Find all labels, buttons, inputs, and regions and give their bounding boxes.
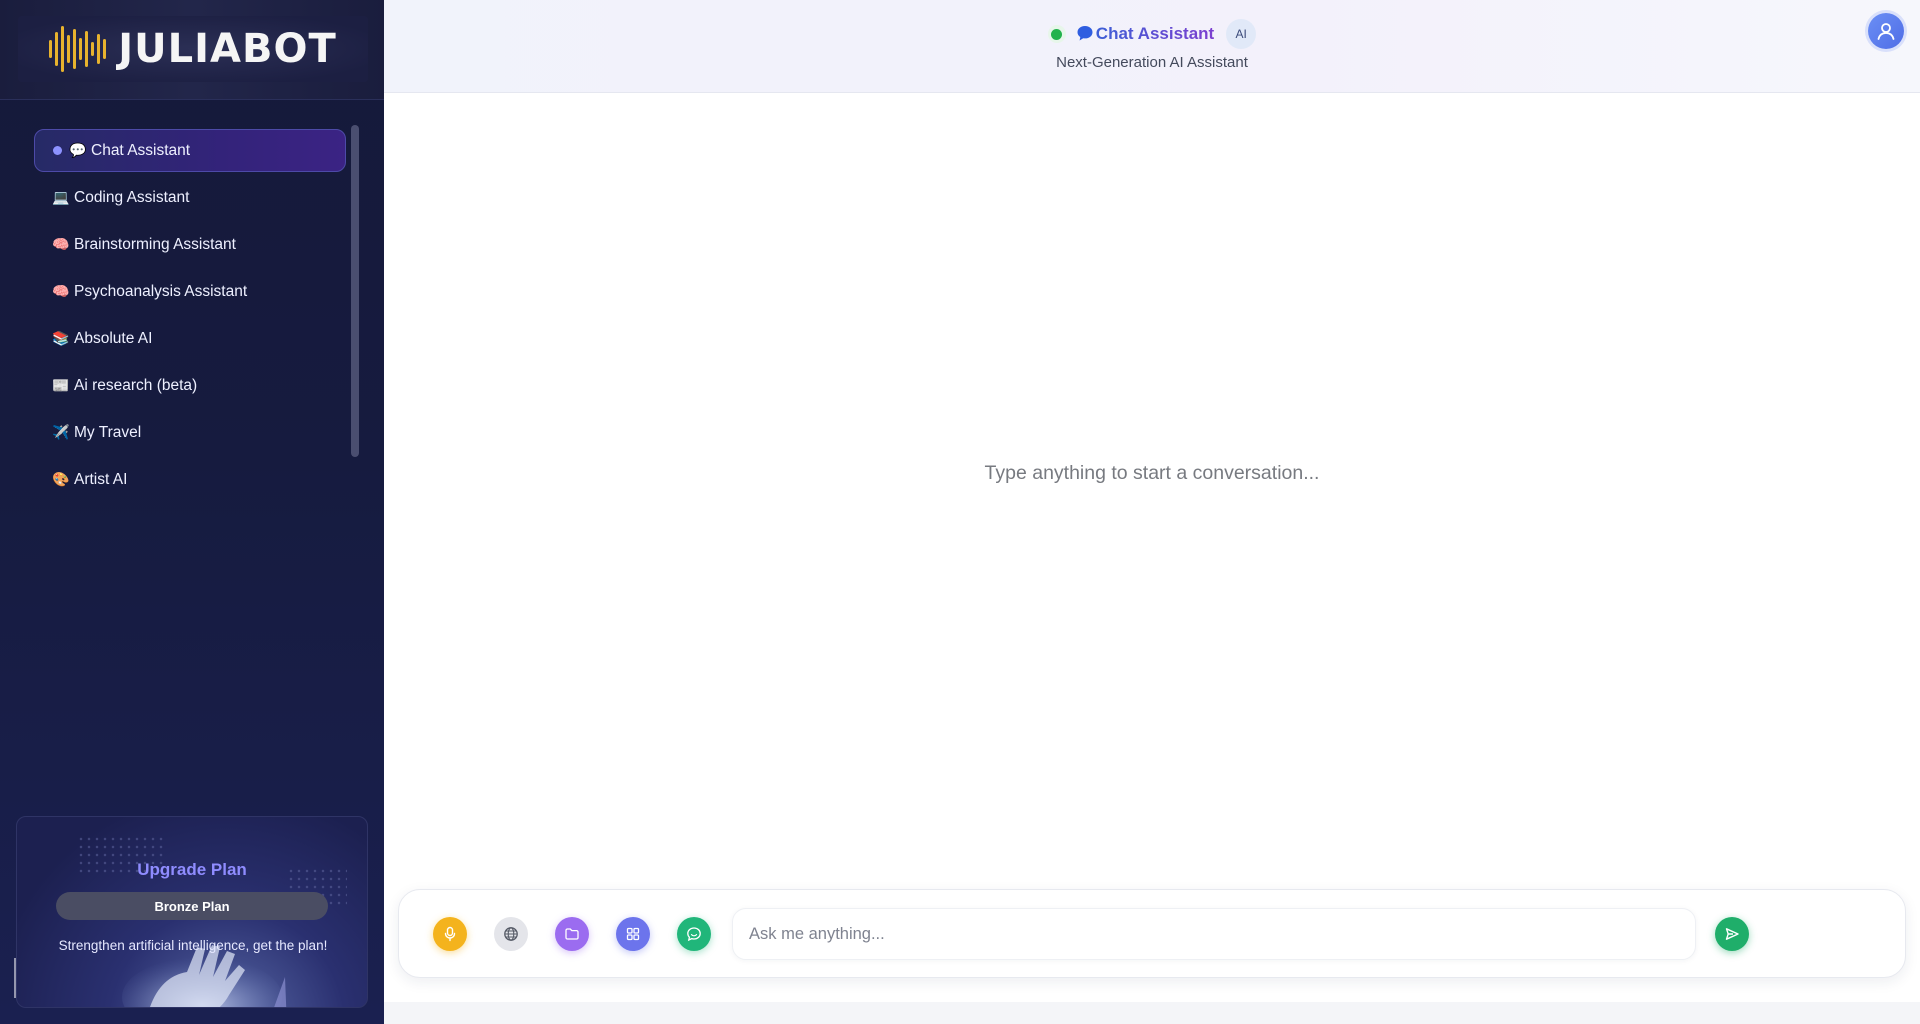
books-icon: 📚	[52, 330, 70, 346]
logo-bar: JULIABOT	[0, 0, 384, 100]
sidebar-item-label: My Travel	[74, 423, 142, 441]
message-icon	[687, 927, 701, 942]
upgrade-plan-card[interactable]: Upgrade Plan Bronze Plan Strengthen arti…	[16, 816, 368, 1008]
sidebar-item-ai-research[interactable]: 📰 Ai research (beta)	[34, 364, 346, 407]
message-input[interactable]	[733, 909, 1695, 959]
page-subtitle: Next-Generation AI Assistant	[1056, 54, 1248, 71]
airplane-icon: ✈️	[52, 424, 70, 440]
assistant-menu: 💬 Chat Assistant 💻 Coding Assistant 🧠 Br…	[34, 129, 346, 505]
logo-text: JULIABOT	[118, 26, 337, 72]
user-icon	[1877, 23, 1895, 40]
web-search-button[interactable]	[494, 917, 528, 951]
sidebar-scrollbar[interactable]	[351, 125, 359, 457]
apps-button[interactable]	[616, 917, 650, 951]
sidebar-item-my-travel[interactable]: ✈️ My Travel	[34, 411, 346, 454]
soundwave-icon	[49, 25, 107, 73]
speech-bubble-icon: 💬	[69, 142, 87, 158]
sidebar-item-absolute-ai[interactable]: 📚 Absolute AI	[34, 317, 346, 360]
speech-bubble-icon	[1077, 26, 1093, 41]
brain-icon: 🧠	[52, 283, 70, 299]
sidebar-item-brainstorming-assistant[interactable]: 🧠 Brainstorming Assistant	[34, 223, 346, 266]
attach-file-button[interactable]	[555, 917, 589, 951]
sidebar-item-chat-assistant[interactable]: 💬 Chat Assistant	[34, 129, 346, 172]
page-title: Chat Assistant	[1095, 24, 1215, 43]
divider	[14, 958, 16, 998]
sidebar-item-label: Artist AI	[74, 470, 128, 488]
globe-icon	[504, 927, 518, 941]
upgrade-plan-title: Upgrade Plan	[137, 860, 247, 879]
active-indicator-icon	[53, 146, 62, 155]
sidebar-item-psychoanalysis-assistant[interactable]: 🧠 Psychoanalysis Assistant	[34, 270, 346, 313]
microphone-icon	[444, 926, 456, 942]
microphone-button[interactable]	[433, 917, 467, 951]
sidebar-item-label: Psychoanalysis Assistant	[74, 282, 248, 300]
header-title-row: Chat Assistant AI	[384, 19, 1920, 49]
send-button[interactable]	[1715, 917, 1749, 951]
online-status-icon	[1047, 25, 1066, 43]
ai-badge: AI	[1226, 19, 1257, 49]
newspaper-icon: 📰	[52, 377, 70, 393]
sidebar: JULIABOT 💬 Chat Assistant 💻 Coding Assis…	[0, 0, 384, 1024]
brain-icon: 🧠	[52, 236, 70, 252]
logo[interactable]: JULIABOT	[18, 16, 368, 82]
message-input-wrapper	[732, 908, 1696, 960]
grid-icon	[626, 927, 640, 941]
header: Chat Assistant AI Next-Generation AI Ass…	[384, 0, 1920, 93]
empty-conversation-message: Type anything to start a conversation...	[984, 462, 1320, 484]
folder-icon	[565, 928, 579, 940]
footer-strip	[384, 1002, 1920, 1024]
sidebar-item-label: Absolute AI	[74, 329, 153, 347]
upgrade-description: Strengthen artificial intelligence, get …	[58, 938, 328, 953]
sidebar-item-label: Coding Assistant	[74, 188, 190, 206]
sidebar-item-artist-ai[interactable]: 🎨 Artist AI	[34, 458, 346, 501]
message-composer	[398, 889, 1906, 978]
plan-badge[interactable]: Bronze Plan	[56, 892, 328, 920]
user-profile-button[interactable]	[1868, 13, 1904, 49]
sidebar-item-label: Chat Assistant	[91, 141, 191, 159]
laptop-icon: 💻	[52, 189, 70, 205]
sidebar-item-label: Brainstorming Assistant	[74, 235, 236, 253]
sidebar-item-label: Ai research (beta)	[74, 376, 198, 394]
sidebar-item-coding-assistant[interactable]: 💻 Coding Assistant	[34, 176, 346, 219]
palette-icon: 🎨	[52, 471, 70, 487]
conversation-mode-button[interactable]	[677, 917, 711, 951]
send-icon	[1725, 928, 1739, 940]
